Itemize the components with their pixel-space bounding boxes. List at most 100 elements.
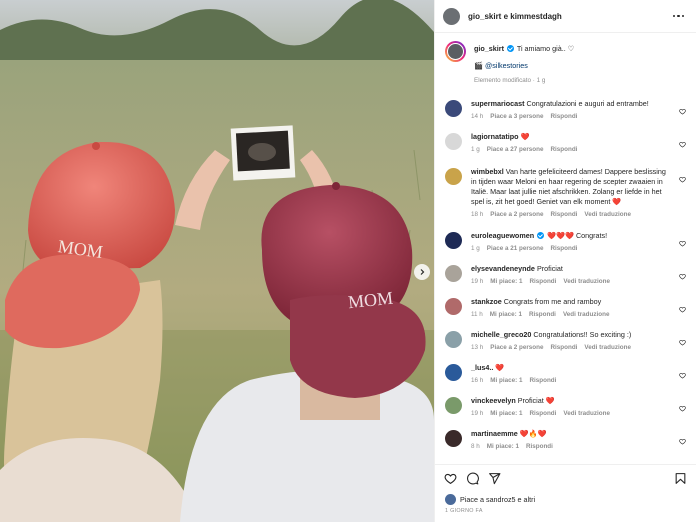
comment-likes[interactable]: Mi piace: 1 bbox=[490, 409, 522, 419]
comment-like-button[interactable] bbox=[679, 135, 686, 153]
caption-avatar-ring[interactable] bbox=[445, 41, 466, 62]
comment-username[interactable]: martinaemme bbox=[471, 429, 518, 438]
more-dot bbox=[677, 14, 680, 18]
comment-item: vinckeevelyn Proficiat ❤️ 19 h Mi piace:… bbox=[445, 396, 686, 419]
comment-like-button[interactable] bbox=[679, 234, 686, 252]
comment-like-button[interactable] bbox=[679, 102, 686, 120]
comment-like-button[interactable] bbox=[679, 333, 686, 351]
comment-likes[interactable]: Piace a 3 persone bbox=[490, 112, 543, 122]
comment-item: wimbebxl Van harte gefeliciteerd dames! … bbox=[445, 167, 686, 220]
caption-username[interactable]: gio_skirt bbox=[474, 44, 504, 53]
comment-likes[interactable]: Piace a 2 persone bbox=[490, 343, 543, 353]
comments-scroll-area[interactable]: gio_skirt Ti amiamo già.. ♡ 🎬 @silkestor… bbox=[435, 33, 696, 464]
comment-item: euroleaguewomen ❤️❤️❤️ Congrats! 1 g Pia… bbox=[445, 231, 686, 254]
comment-text: Proficiat bbox=[536, 264, 563, 273]
heart-icon bbox=[679, 306, 686, 313]
comment-username[interactable]: euroleaguewomen bbox=[471, 231, 534, 240]
likes-text: Piace a sandroz5 e altri bbox=[460, 494, 536, 504]
caption-meta: Elemento modificato · 1 g bbox=[474, 77, 546, 84]
comment-item: lagiornatatipo ❤️ 1 g Piace a 27 persone… bbox=[445, 132, 686, 155]
share-button[interactable] bbox=[488, 472, 501, 485]
verified-badge-icon bbox=[506, 45, 514, 52]
commenter-avatar[interactable] bbox=[445, 265, 462, 282]
comment-text: Congratulations!! So exciting :) bbox=[533, 330, 632, 339]
comment-item: _lus4.. ❤️ 16 h Mi piace: 1 Rispondi bbox=[445, 363, 686, 386]
paper-plane-icon bbox=[489, 473, 501, 485]
caption-mention[interactable]: @silkestories bbox=[485, 61, 528, 70]
reply-button[interactable]: Rispondi bbox=[550, 343, 577, 353]
like-button[interactable] bbox=[444, 472, 457, 485]
comment-time: 8 h bbox=[471, 443, 480, 450]
comment-item: michelle_greco20 Congratulations!! So ex… bbox=[445, 330, 686, 353]
bookmark-icon bbox=[675, 473, 686, 484]
comment-text: ❤️ bbox=[520, 132, 530, 141]
see-translation-button[interactable]: Vedi traduzione bbox=[563, 277, 610, 287]
post-image: MOM MOM bbox=[0, 0, 434, 522]
reply-button[interactable]: Rispondi bbox=[550, 244, 577, 254]
heart-icon bbox=[444, 473, 457, 485]
comment-username[interactable]: vinckeevelyn bbox=[471, 396, 516, 405]
caption-text: Ti amiamo già.. ♡ bbox=[516, 44, 575, 53]
commenter-avatar[interactable] bbox=[445, 397, 462, 414]
comment-time: 18 h bbox=[471, 211, 484, 218]
commenter-avatar[interactable] bbox=[445, 430, 462, 447]
comment-time: 13 h bbox=[471, 344, 484, 351]
reply-button[interactable]: Rispondi bbox=[550, 145, 577, 155]
reply-button[interactable]: Rispondi bbox=[529, 409, 556, 419]
see-translation-button[interactable]: Vedi traduzione bbox=[584, 210, 631, 220]
comment-like-button[interactable] bbox=[679, 366, 686, 384]
heart-icon bbox=[679, 372, 686, 379]
commenter-avatar[interactable] bbox=[445, 298, 462, 315]
post-date: 1 GIORNO FA bbox=[445, 508, 483, 514]
comment-like-button[interactable] bbox=[679, 170, 686, 188]
comment-like-button[interactable] bbox=[679, 267, 686, 285]
commenter-avatar[interactable] bbox=[445, 331, 462, 348]
see-translation-button[interactable]: Vedi traduzione bbox=[584, 343, 631, 353]
comment-likes[interactable]: Mi piace: 1 bbox=[487, 442, 519, 452]
comment-time: 11 h bbox=[471, 311, 483, 318]
clapperboard-icon: 🎬 bbox=[474, 61, 483, 70]
comment-likes[interactable]: Mi piace: 1 bbox=[490, 310, 522, 320]
action-bar bbox=[435, 464, 696, 492]
next-photo-button[interactable] bbox=[414, 264, 430, 280]
comment-button[interactable] bbox=[466, 472, 479, 485]
commenter-avatar[interactable] bbox=[445, 133, 462, 150]
comment-username[interactable]: supermariocast bbox=[471, 99, 525, 108]
commenter-avatar[interactable] bbox=[445, 100, 462, 117]
heart-icon bbox=[679, 273, 686, 280]
comment-username[interactable]: wimbebxl bbox=[471, 167, 504, 176]
comment-text: ❤️❤️❤️ Congrats! bbox=[547, 231, 608, 240]
reply-button[interactable]: Rispondi bbox=[529, 376, 556, 386]
comment-like-button[interactable] bbox=[679, 300, 686, 318]
comment-likes[interactable]: Mi piace: 1 bbox=[490, 376, 522, 386]
post-authors[interactable]: gio_skirt e kimmestdagh bbox=[468, 12, 669, 21]
reply-button[interactable]: Rispondi bbox=[529, 310, 556, 320]
post-side-panel: gio_skirt e kimmestdagh gio_skirt Ti ami… bbox=[434, 0, 696, 522]
more-options-button[interactable] bbox=[669, 11, 689, 22]
commenter-avatar[interactable] bbox=[445, 364, 462, 381]
commenter-avatar[interactable] bbox=[445, 232, 462, 249]
commenter-avatar[interactable] bbox=[445, 168, 462, 185]
comment-like-button[interactable] bbox=[679, 399, 686, 417]
reply-button[interactable]: Rispondi bbox=[550, 210, 577, 220]
save-button[interactable] bbox=[674, 472, 687, 485]
post-photo: MOM MOM bbox=[0, 0, 434, 522]
reply-button[interactable]: Rispondi bbox=[526, 442, 553, 452]
comment-likes[interactable]: Piace a 27 persone bbox=[487, 145, 544, 155]
likes-summary[interactable]: Piace a sandroz5 e altri bbox=[435, 492, 696, 506]
comment-text: ❤️ bbox=[495, 363, 505, 372]
comment-username[interactable]: michelle_greco20 bbox=[471, 330, 531, 339]
reply-button[interactable]: Rispondi bbox=[529, 277, 556, 287]
see-translation-button[interactable]: Vedi traduzione bbox=[563, 409, 610, 419]
reply-button[interactable]: Rispondi bbox=[550, 112, 577, 122]
comment-username[interactable]: _lus4.. bbox=[471, 363, 493, 372]
comment-likes[interactable]: Piace a 21 persone bbox=[487, 244, 544, 254]
see-translation-button[interactable]: Vedi traduzione bbox=[563, 310, 610, 320]
comment-likes[interactable]: Piace a 2 persone bbox=[490, 210, 543, 220]
comment-username[interactable]: stankzoe bbox=[471, 297, 502, 306]
comment-username[interactable]: lagiornatatipo bbox=[471, 132, 519, 141]
comment-likes[interactable]: Mi piace: 1 bbox=[490, 277, 522, 287]
author-avatar[interactable] bbox=[443, 7, 460, 25]
comment-username[interactable]: elysevandeneynde bbox=[471, 264, 535, 273]
comment-like-button[interactable] bbox=[679, 432, 686, 450]
